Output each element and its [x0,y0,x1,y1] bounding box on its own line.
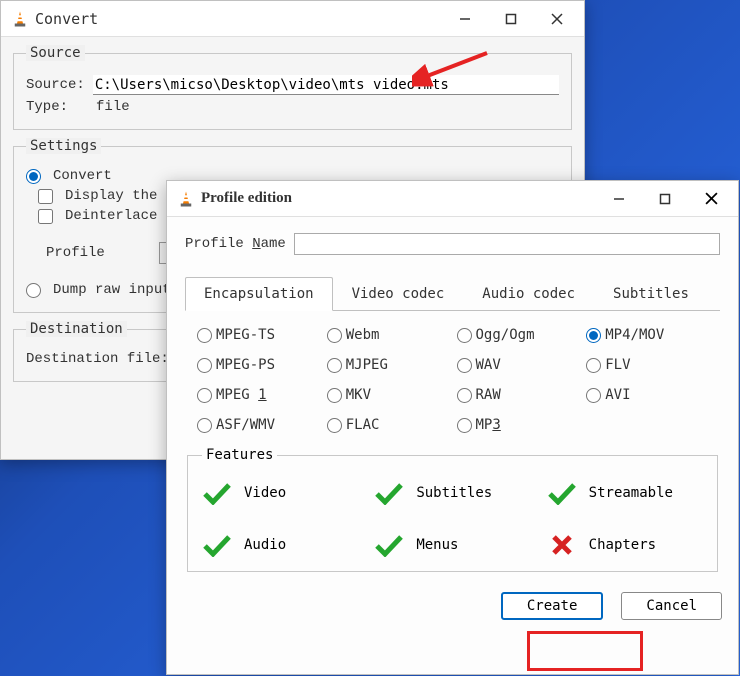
convert-radio-label: Convert [53,168,112,184]
check-icon [374,533,404,557]
check-icon [547,481,577,505]
encapsulation-panel: MPEG-TS Webm Ogg/Ogm MP4/MOV MPEG-PS MJP… [197,327,708,433]
maximize-button[interactable] [642,181,688,217]
minimize-button[interactable] [596,181,642,217]
profile-edition-window: Profile edition Profile Name Encapsulati… [166,180,739,675]
format-mkv[interactable]: MKV [327,387,449,403]
feature-video: Video [202,481,358,505]
deinterlace-label: Deinterlace [65,208,157,224]
feature-streamable: Streamable [547,481,703,505]
create-button[interactable]: Create [501,592,604,620]
format-mjpeg[interactable]: MJPEG [327,357,449,373]
tab-subtitles[interactable]: Subtitles [594,277,708,311]
check-icon [374,481,404,505]
tab-audio-codec[interactable]: Audio codec [463,277,594,311]
vlc-icon [177,190,195,208]
feature-menus: Menus [374,533,530,557]
format-raw[interactable]: RAW [457,387,579,403]
source-label: Source: [26,77,85,93]
format-avi[interactable]: AVI [586,387,708,403]
feature-audio: Audio [202,533,358,557]
features-group: Features Video Subtitles Streamable Audi… [187,447,718,572]
profile-name-label: Profile Name [185,236,286,252]
cross-icon [547,533,577,557]
source-group: Source Source: Type: file [13,45,572,130]
convert-titlebar: Convert [1,1,584,37]
features-legend: Features [202,447,277,463]
dump-radio-label: Dump raw input [53,282,171,298]
format-flv[interactable]: FLV [586,357,708,373]
cancel-button[interactable]: Cancel [621,592,722,620]
profile-titlebar: Profile edition [167,181,738,217]
format-asf-wmv[interactable]: ASF/WMV [197,417,319,433]
check-icon [202,533,232,557]
maximize-button[interactable] [488,1,534,37]
close-button[interactable] [688,181,734,217]
destination-label: Destination file: [26,351,169,367]
dialog-buttons: Create Cancel [167,580,738,624]
window-buttons [442,1,580,37]
window-buttons [596,181,734,217]
tab-bar: Encapsulation Video codec Audio codec Su… [185,277,720,311]
format-flac[interactable]: FLAC [327,417,449,433]
format-mp3[interactable]: MP3 [457,417,579,433]
deinterlace-checkbox[interactable] [38,209,53,224]
minimize-button[interactable] [442,1,488,37]
vlc-icon [11,10,29,28]
profile-title: Profile edition [201,190,596,207]
type-value: file [96,99,130,115]
dump-radio[interactable] [26,283,41,298]
profile-label: Profile [46,245,105,261]
convert-title: Convert [35,10,442,28]
display-output-checkbox[interactable] [38,189,53,204]
format-mp4-mov[interactable]: MP4/MOV [586,327,708,343]
format-mpeg-1[interactable]: MPEG 1 [197,387,319,403]
format-mpeg-ps[interactable]: MPEG-PS [197,357,319,373]
format-webm[interactable]: Webm [327,327,449,343]
profile-name-input[interactable] [294,233,720,255]
settings-legend: Settings [26,138,101,154]
tab-encapsulation[interactable]: Encapsulation [185,277,333,311]
destination-legend: Destination [26,321,127,337]
format-mpeg-ts[interactable]: MPEG-TS [197,327,319,343]
feature-subtitles: Subtitles [374,481,530,505]
close-button[interactable] [534,1,580,37]
format-ogg[interactable]: Ogg/Ogm [457,327,579,343]
type-label: Type: [26,99,68,115]
check-icon [202,481,232,505]
annotation-highlight-create [527,631,643,671]
convert-radio[interactable] [26,169,41,184]
tab-video-codec[interactable]: Video codec [333,277,464,311]
format-wav[interactable]: WAV [457,357,579,373]
source-input[interactable] [93,75,559,95]
feature-chapters: Chapters [547,533,703,557]
source-legend: Source [26,45,85,61]
display-output-label: Display the ou [65,188,183,204]
